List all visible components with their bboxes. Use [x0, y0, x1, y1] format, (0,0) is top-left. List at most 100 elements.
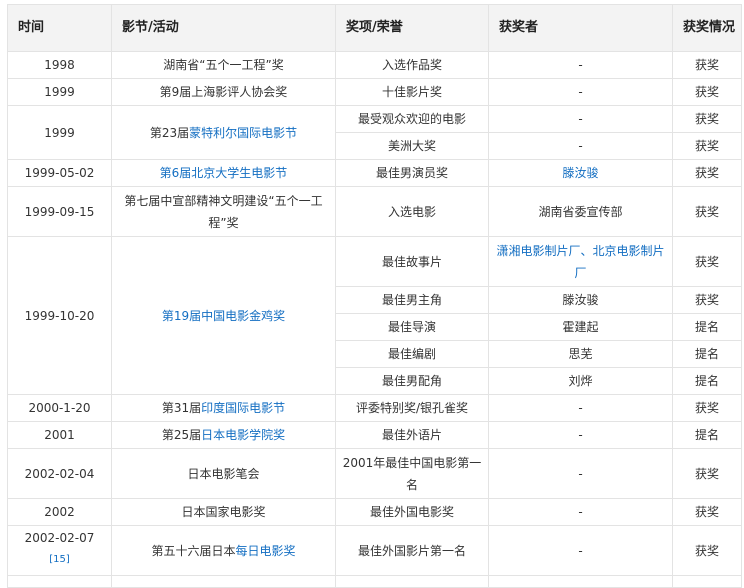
result-cell [672, 575, 742, 588]
award-cell: 最佳男演员奖 [335, 159, 489, 187]
result-cell: 获奖 [672, 78, 742, 106]
table-row: 1999-10-20 第19届中国电影金鸡奖 最佳故事片 潇湘电影制片厂、北京电… [7, 236, 742, 395]
table-row: 2002-02-04 日本电影笔会 2001年最佳中国电影第一名 - 获奖 [7, 448, 742, 499]
award-cell: 2001年最佳中国电影第一名 [335, 448, 489, 499]
award-cell: 最佳外国影片第一名 [335, 525, 489, 576]
festival-cell: 第19届中国电影金鸡奖 [111, 236, 336, 395]
winner-cell: 霍建起 [488, 313, 673, 341]
winner-cell [488, 575, 673, 588]
festival-link[interactable]: 第19届中国电影金鸡奖 [162, 309, 285, 323]
festival-text: 日本国家电影奖 [181, 505, 266, 519]
award-cell: 最佳编剧 [335, 340, 489, 368]
festival-text: 湖南省“五个一工程”奖 [163, 58, 284, 72]
winner-cell: - [488, 525, 673, 576]
result-cell: 获奖 [672, 186, 742, 237]
result-cell: 获奖 [672, 105, 742, 133]
time-cell: 1999 [7, 78, 112, 106]
result-cell: 获奖 [672, 394, 742, 422]
winner-cell: - [488, 105, 673, 133]
festival-link[interactable]: 第6届北京大学生电影节 [160, 166, 288, 180]
result-cell: 提名 [672, 313, 742, 341]
festival-cell: 第七届中宣部精神文明建设“五个一工程”奖 [111, 186, 336, 237]
time-cell: 2001 [7, 421, 112, 449]
time-cell: 2000-1-20 [7, 394, 112, 422]
result-cell: 获奖 [672, 286, 742, 314]
festival-text: 第31届 [161, 401, 202, 415]
header-time: 时间 [7, 4, 112, 52]
result-cell: 获奖 [672, 236, 742, 287]
table-row: 1999-05-02 第6届北京大学生电影节 最佳男演员奖 滕汝骏 获奖 [7, 159, 742, 187]
award-cell: 最佳男主角 [335, 286, 489, 314]
winner-cell: 湖南省委宣传部 [488, 186, 673, 237]
award-cell: 美洲大奖 [335, 132, 489, 160]
festival-text: 第23届 [149, 125, 190, 140]
award-cell: 最佳导演 [335, 313, 489, 341]
winner-cell: - [488, 78, 673, 106]
festival-cell: 第9届上海影评人协会奖 [111, 78, 336, 106]
table-header-row: 时间 影节/活动 奖项/荣誉 获奖者 获奖情况 [7, 4, 742, 52]
winner-cell: 思芜 [488, 340, 673, 368]
table-row: 2002 日本国家电影奖 最佳外国电影奖 - 获奖 [7, 498, 742, 526]
winner-cell: - [488, 132, 673, 160]
result-cell: 提名 [672, 421, 742, 449]
result-cell: 获奖 [672, 159, 742, 187]
table-row: 2002-02-07 [15] 第五十六届日本每日电影奖 最佳外国影片第一名 -… [7, 525, 742, 576]
result-cell: 提名 [672, 340, 742, 368]
festival-cell: 第25届日本电影学院奖 [111, 421, 336, 449]
time-cell: 1999-10-20 [7, 236, 112, 395]
result-cell: 提名 [672, 367, 742, 395]
time-cell: 1999 [7, 105, 112, 160]
time-text: 2002-02-07 [24, 531, 95, 545]
award-cell: 十佳影片奖 [335, 78, 489, 106]
award-cell: 评委特别奖/银孔雀奖 [335, 394, 489, 422]
table-row: 1999 第23届蒙特利尔国际电影节 最受观众欢迎的电影 - 获奖 [7, 105, 742, 160]
result-cell: 获奖 [672, 132, 742, 160]
time-cell: 2002-02-07 [15] [7, 525, 112, 576]
award-cell: 最佳故事片 [335, 236, 489, 287]
header-result: 获奖情况 [672, 4, 742, 52]
festival-text: 第五十六届日本 [151, 543, 236, 558]
time-cell: 1999-05-02 [7, 159, 112, 187]
award-cell: 最佳外国电影奖 [335, 498, 489, 526]
festival-link[interactable]: 每日电影奖 [236, 544, 296, 558]
time-cell [7, 575, 112, 588]
reference-link[interactable]: [15] [49, 554, 70, 565]
table-row: 1999 第9届上海影评人协会奖 十佳影片奖 - 获奖 [7, 78, 742, 106]
table-row: 1999-09-15 第七届中宣部精神文明建设“五个一工程”奖 入选电影 湖南省… [7, 186, 742, 237]
award-cell [335, 575, 489, 588]
festival-link[interactable]: 日本电影学院奖 [201, 428, 285, 442]
festival-cell [111, 575, 336, 588]
winner-link[interactable]: 滕汝骏 [562, 166, 598, 180]
award-cell: 最受观众欢迎的电影 [335, 105, 489, 133]
festival-cell: 日本国家电影奖 [111, 498, 336, 526]
table-row: 2000-1-20 第31届印度国际电影节 评委特别奖/银孔雀奖 - 获奖 [7, 394, 742, 422]
time-cell: 2002 [7, 498, 112, 526]
header-winner: 获奖者 [488, 4, 673, 52]
festival-text: 第9届上海影评人协会奖 [159, 85, 288, 99]
table-row: 2001 第25届日本电影学院奖 最佳外语片 - 提名 [7, 421, 742, 449]
festival-link[interactable]: 印度国际电影节 [201, 401, 285, 415]
award-cell: 入选作品奖 [335, 51, 489, 79]
festival-cell: 第31届印度国际电影节 [111, 394, 336, 422]
festival-cell: 第23届蒙特利尔国际电影节 [111, 105, 336, 160]
festival-cell: 第6届北京大学生电影节 [111, 159, 336, 187]
award-cell: 最佳外语片 [335, 421, 489, 449]
winner-cell: 潇湘电影制片厂、北京电影制片厂 [488, 236, 673, 287]
festival-text: 第七届中宣部精神文明建设“五个一工程”奖 [124, 193, 323, 230]
festival-text: 第25届 [161, 428, 202, 442]
winner-cell: - [488, 498, 673, 526]
winner-cell: - [488, 448, 673, 499]
winner-link[interactable]: 潇湘电影制片厂、北京电影制片厂 [496, 244, 664, 280]
winner-cell: - [488, 51, 673, 79]
festival-text: 日本电影笔会 [187, 466, 260, 481]
winner-cell: 滕汝骏 [488, 159, 673, 187]
winner-cell: - [488, 394, 673, 422]
time-cell: 1998 [7, 51, 112, 79]
header-award: 奖项/荣誉 [335, 4, 489, 52]
table-row [7, 575, 742, 588]
result-cell: 获奖 [672, 448, 742, 499]
awards-table: 时间 影节/活动 奖项/荣誉 获奖者 获奖情况 1998 湖南省“五个一工程”奖… [7, 4, 742, 588]
table-row: 1998 湖南省“五个一工程”奖 入选作品奖 - 获奖 [7, 51, 742, 79]
winner-cell: 刘烨 [488, 367, 673, 395]
festival-link[interactable]: 蒙特利尔国际电影节 [189, 126, 297, 140]
